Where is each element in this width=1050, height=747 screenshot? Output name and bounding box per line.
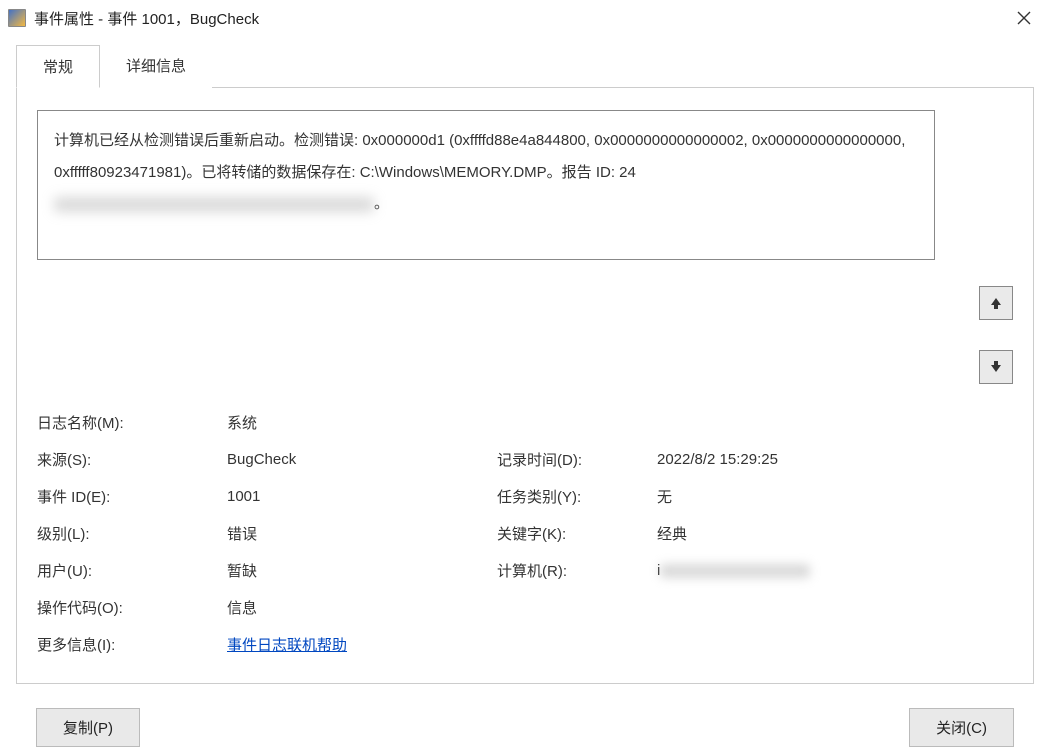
dialog-footer: 复制(P) 关闭(C) [16,684,1034,747]
arrow-down-icon [989,360,1003,374]
task-category-label: 任务类别(Y): [497,486,657,507]
level-value: 错误 [227,523,497,544]
prev-event-button[interactable] [979,286,1013,320]
event-properties-window: 事件属性 - 事件 1001，BugCheck 常规 详细信息 计算机已经从检测… [0,0,1050,742]
redacted-computer-name [660,564,810,578]
next-event-button[interactable] [979,350,1013,384]
event-log-help-link[interactable]: 事件日志联机帮助 [227,637,347,654]
log-name-label: 日志名称(M): [37,412,227,433]
level-label: 级别(L): [37,523,227,544]
redacted-report-id [54,197,374,212]
content-area: 常规 详细信息 计算机已经从检测错误后重新启动。检测错误: 0x000000d1… [0,36,1050,747]
window-title: 事件属性 - 事件 1001，BugCheck [34,8,1006,29]
log-name-value: 系统 [227,412,497,433]
tab-panel-general: 计算机已经从检测错误后重新启动。检测错误: 0x000000d1 (0xffff… [16,88,1034,684]
tab-details[interactable]: 详细信息 [100,45,212,88]
nav-buttons [979,286,1013,384]
opcode-value: 信息 [227,597,497,618]
logged-value: 2022/8/2 15:29:25 [657,451,1013,468]
tabstrip: 常规 详细信息 [16,44,1034,88]
description-text: 计算机已经从检测错误后重新启动。检测错误: 0x000000d1 (0xffff… [54,132,905,181]
task-category-value: 无 [657,486,1013,507]
close-icon[interactable] [1006,0,1042,36]
keywords-label: 关键字(K): [497,523,657,544]
source-label: 来源(S): [37,449,227,470]
opcode-label: 操作代码(O): [37,597,227,618]
titlebar: 事件属性 - 事件 1001，BugCheck [0,0,1050,36]
copy-button[interactable]: 复制(P) [36,708,140,747]
arrow-up-icon [989,296,1003,310]
user-label: 用户(U): [37,560,227,581]
tab-general[interactable]: 常规 [16,45,100,88]
properties-grid: 日志名称(M): 系统 来源(S): BugCheck 记录时间(D): 202… [37,412,1013,655]
more-info-label: 更多信息(I): [37,634,227,655]
description-textbox[interactable]: 计算机已经从检测错误后重新启动。检测错误: 0x000000d1 (0xffff… [37,110,935,260]
logged-label: 记录时间(D): [497,449,657,470]
event-id-label: 事件 ID(E): [37,486,227,507]
user-value: 暂缺 [227,560,497,581]
app-icon [8,9,26,27]
source-value: BugCheck [227,451,497,468]
close-button[interactable]: 关闭(C) [909,708,1014,747]
description-trailing: 。 [374,195,389,212]
computer-label: 计算机(R): [497,560,657,581]
event-id-value: 1001 [227,488,497,505]
keywords-value: 经典 [657,523,1013,544]
computer-value: i [657,562,1013,579]
